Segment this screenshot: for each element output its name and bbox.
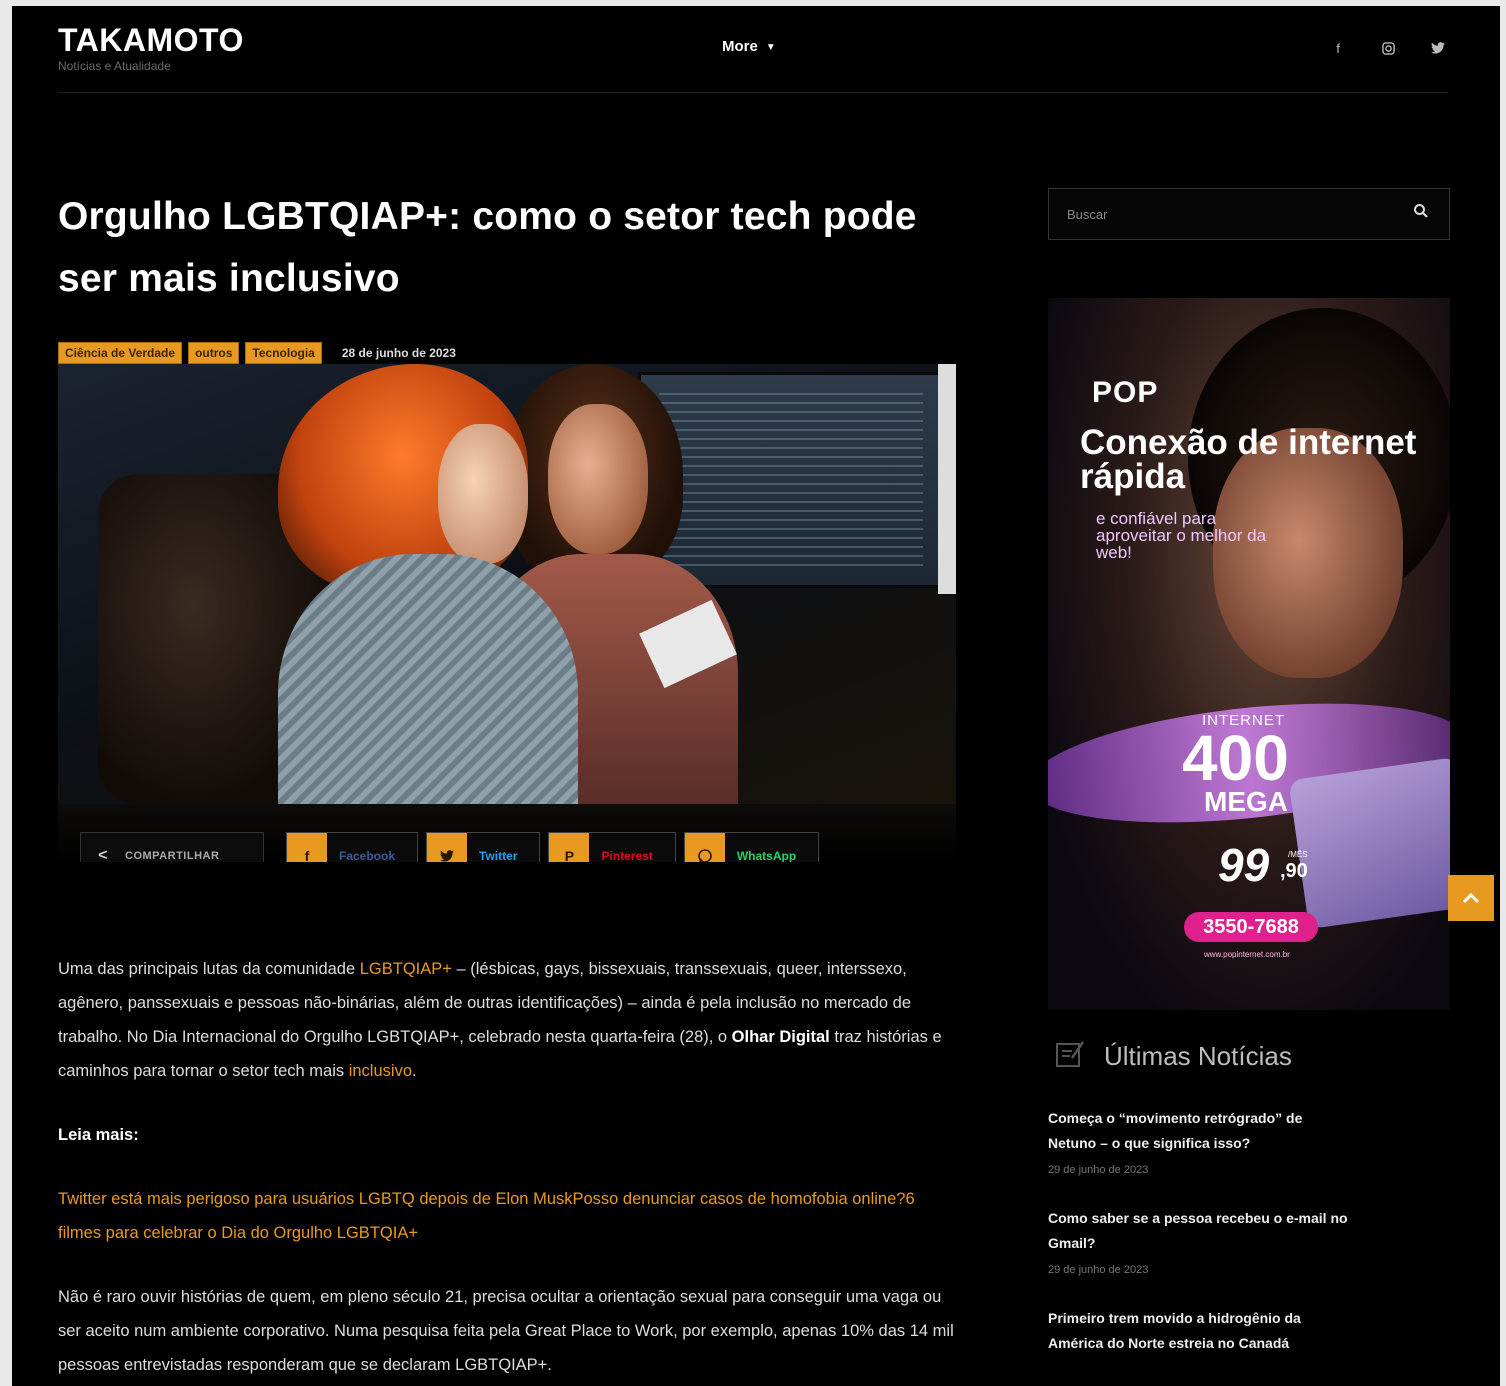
nav-more-menu[interactable]: More ▼ — [722, 38, 776, 55]
ad-subline: e confiável para aproveitar o melhor da … — [1096, 509, 1267, 562]
share-pinterest-label[interactable]: Pinterest — [589, 849, 674, 862]
ad-headline: Conexão de internet rápida — [1080, 423, 1417, 496]
facebook-icon[interactable]: f — [1328, 38, 1348, 58]
site-name[interactable]: TAKAMOTO — [58, 22, 244, 58]
news-title[interactable]: Como saber se a pessoa recebeu o e-mail … — [1048, 1206, 1348, 1256]
category-tag[interactable]: Ciência de Verdade — [58, 342, 183, 364]
news-date: 29 de junho de 2023 — [1048, 1264, 1149, 1276]
share-twitter-button[interactable]: Twitter — [426, 832, 541, 862]
ad-price-cents: ,90 — [1280, 860, 1308, 882]
ad-speed: 400 — [1182, 722, 1289, 794]
twitter-icon[interactable] — [1428, 38, 1448, 58]
share-label: COMPARTILHAR — [125, 850, 220, 862]
site-header: TAKAMOTO Notícias e Atualidade More ▼ f — [58, 20, 1448, 93]
whatsapp-icon — [684, 833, 725, 862]
ad-price-period: /MÊS — [1288, 850, 1308, 859]
share-whatsapp-button[interactable]: WhatsApp — [683, 832, 820, 862]
page: TAKAMOTO Notícias e Atualidade More ▼ f O… — [12, 6, 1500, 1386]
inclusivo-link[interactable]: inclusivo — [349, 1062, 412, 1080]
list-item: Primeiro trem movido a hidrogênio da Amé… — [1048, 1306, 1448, 1356]
paragraph: Uma das principais lutas da comunidade L… — [58, 960, 942, 1080]
hero-image: < COMPARTILHAR f Facebook Twitter P Pint… — [58, 364, 956, 862]
related-article-link[interactable]: Twitter está mais perigoso para usuários… — [58, 1190, 915, 1242]
ad-speed-unit: MEGA — [1204, 786, 1288, 817]
back-to-top-button[interactable] — [1448, 875, 1494, 921]
news-title[interactable]: Começa o “movimento retrógrado” de Netun… — [1048, 1106, 1348, 1156]
ad-logo: POP — [1092, 376, 1159, 409]
site-tagline: Notícias e Atualidade — [58, 59, 171, 73]
share-facebook-button[interactable]: f Facebook — [286, 832, 419, 862]
article-meta: Ciência de Verdade outros Tecnologia 28 … — [58, 342, 956, 364]
search-box — [1048, 188, 1450, 240]
nav-more-label[interactable]: More — [722, 38, 758, 55]
sidebar: POP Conexão de internet rápida e confiáv… — [1048, 188, 1450, 1386]
facebook-icon: f — [287, 833, 327, 862]
share-icon: < — [98, 847, 108, 862]
list-item: Como saber se a pessoa recebeu o e-mail … — [1048, 1206, 1448, 1276]
ad-banner[interactable]: POP Conexão de internet rápida e confiáv… — [1048, 298, 1450, 1010]
search-icon[interactable] — [1413, 203, 1433, 223]
paragraph: Não é raro ouvir histórias de quem, em p… — [58, 1288, 954, 1374]
hero-monitor — [638, 372, 944, 588]
news-list: Começa o “movimento retrógrado” de Netun… — [1048, 1106, 1448, 1356]
share-facebook-label[interactable]: Facebook — [327, 849, 417, 862]
share-whatsapp-label[interactable]: WhatsApp — [725, 849, 818, 862]
social-links: f — [1328, 38, 1448, 58]
lgbtqiap-link[interactable]: LGBTQIAP+ — [360, 960, 452, 978]
category-tag[interactable]: outros — [188, 342, 240, 364]
site-logo[interactable]: TAKAMOTO Notícias e Atualidade — [58, 22, 244, 73]
news-title[interactable]: Primeiro trem movido a hidrogênio da Amé… — [1048, 1306, 1348, 1356]
share-twitter-label[interactable]: Twitter — [467, 849, 539, 862]
ad-site: www.popinternet.com.br — [1204, 950, 1290, 959]
latest-news-header: Últimas Notícias — [1048, 1036, 1448, 1076]
article: Orgulho LGBTQIAP+: como o setor tech pod… — [58, 186, 956, 862]
olhar-digital-bold: Olhar Digital — [731, 1028, 830, 1046]
news-date: 29 de junho de 2023 — [1048, 1164, 1149, 1176]
twitter-icon — [427, 833, 468, 862]
list-item: Começa o “movimento retrógrado” de Netun… — [1048, 1106, 1448, 1176]
ad-phone-button[interactable]: 3550-7688 — [1184, 912, 1318, 942]
ad-price: 99 — [1218, 839, 1270, 891]
edit-icon — [1054, 1038, 1090, 1074]
category-tag[interactable]: Tecnologia — [245, 342, 322, 364]
chevron-down-icon: ▼ — [765, 41, 776, 53]
share-pinterest-button[interactable]: P Pinterest — [548, 832, 676, 862]
leia-mais-heading: Leia mais: — [58, 1126, 139, 1144]
share-label-box: < COMPARTILHAR — [80, 832, 264, 862]
instagram-icon[interactable] — [1378, 38, 1398, 58]
share-bar: < COMPARTILHAR f Facebook Twitter P Pint… — [80, 832, 820, 862]
search-input[interactable] — [1049, 189, 1405, 239]
article-title: Orgulho LGBTQIAP+: como o setor tech pod… — [58, 195, 917, 300]
article-body: Uma das principais lutas da comunidade L… — [58, 952, 956, 1386]
related-links: Twitter está mais perigoso para usuários… — [58, 1182, 956, 1250]
latest-news-title: Últimas Notícias — [1104, 1040, 1292, 1071]
pinterest-icon: P — [549, 833, 590, 862]
article-date: 28 de junho de 2023 — [341, 346, 456, 360]
